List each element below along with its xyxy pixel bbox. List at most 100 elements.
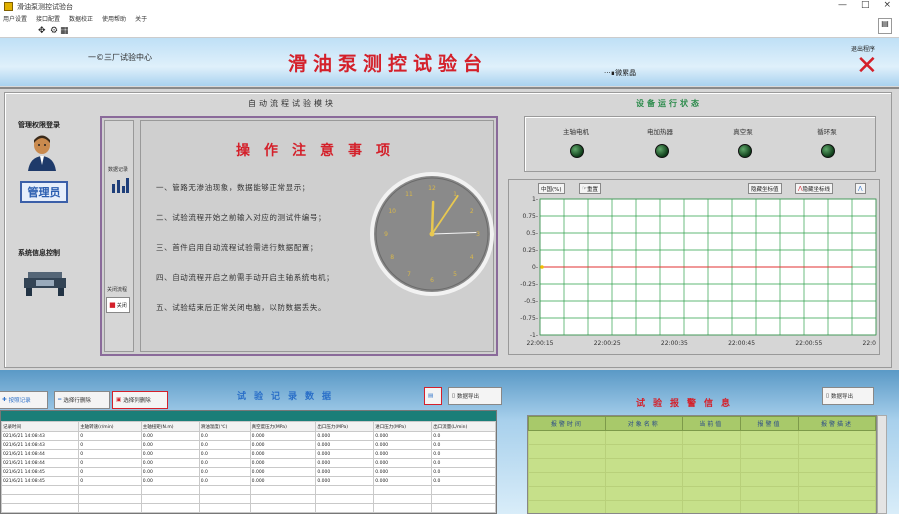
table-row[interactable]: 021/6/21 14:08:43 0 0.00 0.0 0.000 0.000 0.000… bbox=[1, 431, 496, 441]
table-cell: 0.000 bbox=[249, 467, 317, 477]
table-cell: 0.000 bbox=[373, 431, 433, 441]
table-cell: 0.000 bbox=[315, 449, 375, 459]
y-tick-label: -1- bbox=[530, 332, 538, 339]
y-tick-label: 0.25- bbox=[522, 247, 538, 254]
user-avatar-icon[interactable] bbox=[26, 133, 58, 171]
gear-icon[interactable]: ⚙ bbox=[50, 26, 58, 36]
y-tick-label: 0.75- bbox=[522, 213, 538, 220]
x-tick-label: 22:0 bbox=[863, 340, 877, 347]
close-flow-button-label: 关闭 bbox=[116, 302, 127, 309]
table-cell: 0.000 bbox=[249, 458, 317, 468]
delete-column-button[interactable]: ▣ 选择列删除 bbox=[112, 391, 168, 409]
maximize-button[interactable]: □ bbox=[861, 0, 870, 10]
table-cell: 0 bbox=[78, 476, 142, 486]
menu-item-user-settings[interactable]: 用户设置 bbox=[3, 14, 27, 23]
chart-mode-button[interactable]: ⋀ bbox=[855, 183, 866, 194]
clock-numeral: 5 bbox=[453, 271, 457, 278]
menu-item-about[interactable]: 关于 bbox=[135, 14, 147, 23]
admin-label[interactable]: 管理员 bbox=[20, 181, 68, 203]
y-tick-label: -0.75- bbox=[520, 315, 538, 322]
records-table[interactable]: 记录时间 主轴转速(r/min) 主轴扭矩(N.m) 滑油温度(℃) 真空度压力(MPa… bbox=[0, 410, 497, 514]
records-column-header[interactable]: 出口流量(L/min) bbox=[431, 421, 496, 432]
alarm-scrollbar[interactable] bbox=[877, 415, 887, 514]
records-column-header[interactable]: 出口压力(MPa) bbox=[315, 421, 375, 432]
table-cell: 0 bbox=[78, 449, 142, 459]
add-record-button[interactable]: ✚ 按照记录 bbox=[0, 391, 48, 409]
arrow-icon[interactable]: ✥ bbox=[38, 26, 46, 36]
close-flow-button[interactable]: ■ 关闭 bbox=[106, 297, 130, 313]
table-row[interactable]: 021/6/21 14:08:44 0 0.00 0.0 0.000 0.000 0.000… bbox=[1, 458, 496, 468]
hide-lines-label: 隐藏坐标线 bbox=[802, 186, 831, 193]
notice-line: 二、试验流程开始之前输入对应的测试件编号； bbox=[156, 213, 327, 222]
y-tick-label: -0.5- bbox=[524, 298, 538, 305]
exit-x-icon[interactable]: ✕ bbox=[856, 53, 878, 79]
trend-chart: 1-0.75-0.5-0.25-0--0.25--0.5--0.75--1-22… bbox=[520, 196, 877, 347]
chart-reset-button[interactable]: ☞ 重置 bbox=[579, 183, 601, 194]
export-alarms-label: 数据导出 bbox=[831, 394, 854, 400]
bar-chart-icon[interactable] bbox=[110, 176, 130, 194]
records-column-header[interactable]: 记录时间 bbox=[1, 421, 80, 432]
hide-lines-button[interactable]: ⋀ 隐藏坐标线 bbox=[795, 183, 834, 194]
delete-icon: ▣ bbox=[116, 397, 122, 403]
table-cell: 021/6/21 14:08:44 bbox=[1, 458, 80, 468]
table-cell: 0.000 bbox=[373, 449, 433, 459]
menu-item-data-calibration[interactable]: 数据校正 bbox=[69, 14, 93, 23]
table-cell: 0.000 bbox=[315, 458, 375, 468]
chart-zoom-button[interactable]: 中国(%) bbox=[538, 183, 565, 194]
table-cell: 0.0 bbox=[198, 476, 251, 486]
records-column-header[interactable]: 滑油温度(℃) bbox=[198, 421, 251, 432]
alarm-column-header[interactable]: 报警值 bbox=[739, 416, 800, 431]
equipment-label-vacuum: 真空泵 bbox=[733, 128, 753, 136]
title-bar: 滑油泵测控试验台 — □ × bbox=[0, 0, 899, 13]
alarm-column-header[interactable]: 报警描述 bbox=[798, 416, 876, 431]
auto-module-title: 自动流程试验模块 bbox=[248, 99, 336, 108]
clock-numeral: 6 bbox=[430, 277, 434, 284]
empty-row bbox=[1, 494, 496, 504]
table-row[interactable]: 021/6/21 14:08:43 0 0.00 0.0 0.000 0.000 0.000… bbox=[1, 440, 496, 450]
center-name: 一©三厂试验中心 bbox=[88, 53, 152, 62]
menu-item-help[interactable]: 使用帮助 bbox=[102, 14, 126, 23]
empty-row bbox=[528, 430, 876, 445]
menu-bar: 用户设置 接口配置 数据校正 使用帮助 关于 bbox=[0, 13, 899, 24]
records-column-header[interactable]: 主轴扭矩(N.m) bbox=[140, 421, 200, 432]
table-cell: 0.000 bbox=[315, 467, 375, 477]
grid-icon[interactable]: ▦ bbox=[60, 26, 69, 36]
delete-row-label: 选择行删除 bbox=[63, 398, 91, 404]
delete-row-button[interactable]: ━ 选择行删除 bbox=[54, 391, 110, 409]
records-column-header[interactable]: 主轴转速(r/min) bbox=[78, 421, 142, 432]
menu-item-interface-config[interactable]: 接口配置 bbox=[36, 14, 60, 23]
table-row[interactable]: 021/6/21 14:08:45 0 0.00 0.0 0.000 0.000 0.000… bbox=[1, 476, 496, 486]
status-led-circulation bbox=[821, 144, 835, 158]
close-window-button[interactable]: × bbox=[883, 0, 891, 10]
table-cell: 021/6/21 14:08:45 bbox=[1, 476, 80, 486]
alarm-column-header[interactable]: 对象名称 bbox=[604, 416, 683, 431]
save-icon[interactable]: ▤ bbox=[424, 387, 442, 405]
empty-row bbox=[528, 472, 876, 487]
minimize-button[interactable]: — bbox=[838, 0, 847, 10]
clock-numeral: 3 bbox=[476, 231, 480, 238]
alarm-column-header[interactable]: 报警时间 bbox=[528, 416, 606, 431]
alarm-column-header[interactable]: 当前值 bbox=[681, 416, 741, 431]
header-banner: 一©三厂试验中心 滑油泵测控试验台 ···∎微累晶 退出程序 ✕ bbox=[0, 38, 899, 86]
hide-values-button[interactable]: 隐藏坐标值 bbox=[748, 183, 782, 194]
series-point bbox=[540, 265, 544, 269]
table-row[interactable]: 021/6/21 14:08:45 0 0.00 0.0 0.000 0.000 0.000… bbox=[1, 467, 496, 477]
records-title: 试验记录数据 bbox=[237, 392, 340, 402]
empty-row bbox=[528, 486, 876, 501]
table-cell: 0.00 bbox=[140, 458, 200, 468]
export-alarms-button[interactable]: ▯ 数据导出 bbox=[822, 387, 874, 405]
table-cell: 0.000 bbox=[315, 476, 375, 486]
table-cell: 0 bbox=[78, 431, 142, 441]
table-row[interactable]: 021/6/21 14:08:44 0 0.00 0.0 0.000 0.000 0.000… bbox=[1, 449, 496, 459]
system-machine-icon[interactable] bbox=[22, 268, 68, 298]
hide-values-label: 隐藏坐标值 bbox=[751, 186, 779, 193]
export-records-button[interactable]: ▯ 数据导出 bbox=[448, 387, 502, 405]
records-body: 021/6/21 14:08:43 0 0.00 0.0 0.000 0.000 0.000… bbox=[1, 431, 496, 513]
scroll-corner-icon[interactable]: ▤ bbox=[878, 18, 892, 34]
table-cell: 0.0 bbox=[431, 467, 496, 477]
table-cell: 0 bbox=[78, 467, 142, 477]
records-column-header[interactable]: 真空度压力(MPa) bbox=[249, 421, 317, 432]
chart-reset-label: 重置 bbox=[586, 186, 598, 193]
records-column-header[interactable]: 进口压力(MPa) bbox=[373, 421, 433, 432]
alarm-table[interactable]: 报警时间 对象名称 当前值 报警值 报警描述 bbox=[527, 415, 877, 514]
